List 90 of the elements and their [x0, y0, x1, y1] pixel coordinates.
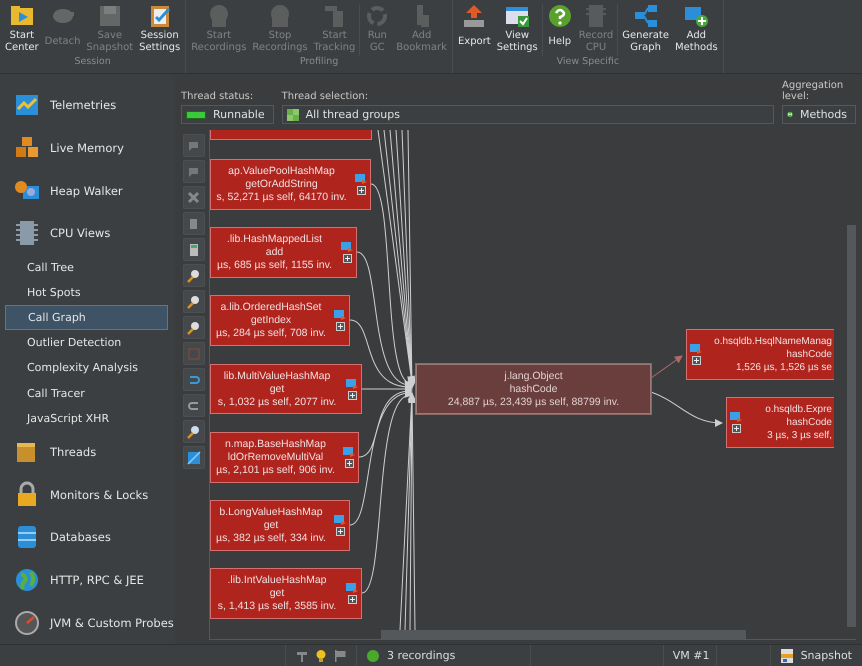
- method-icon: [355, 174, 367, 184]
- graph-node[interactable]: o.hsqldb.HsqlNameManag hashCode 1,526 µs, 1,526 µs se: [686, 329, 834, 380]
- method-icon: [343, 447, 355, 457]
- sidebar-item[interactable]: CPU Views: [0, 212, 175, 254]
- aggregation-dropdown[interactable]: Methods: [782, 105, 856, 124]
- tool-button[interactable]: [183, 420, 205, 443]
- method-icon: [334, 515, 346, 525]
- graph-node[interactable]: b.LongValueHashMap get µs, 382 µs self, 334 inv.: [210, 500, 350, 551]
- scrollbar[interactable]: [847, 225, 856, 627]
- toolbar-button[interactable]: Help: [544, 0, 576, 56]
- method-icon: [341, 242, 353, 252]
- sidebar-item[interactable]: Threads: [0, 430, 175, 474]
- expand-icon: [356, 186, 366, 195]
- tool-button[interactable]: [183, 368, 205, 391]
- search-icon: [187, 424, 201, 438]
- sidebar-item[interactable]: JavaScript XHR: [5, 406, 168, 431]
- graph-node[interactable]: .lib.IntValueHashMap get s, 1,413 µs self, 3585 inv.: [210, 568, 362, 619]
- hammer-icon: [296, 650, 308, 662]
- expand-icon: [692, 356, 700, 365]
- sidebar-item[interactable]: Monitors & Locks: [0, 474, 175, 516]
- method-icon: [346, 583, 358, 593]
- sidebar-item[interactable]: Live Memory: [0, 126, 175, 170]
- status-dot-icon: [366, 650, 379, 662]
- expand-icon: [732, 424, 740, 433]
- thread-selection-dropdown[interactable]: All thread groups: [282, 105, 774, 124]
- sidebar-item[interactable]: Call Tracer: [5, 380, 168, 406]
- field-label: Thread selection:: [282, 91, 370, 102]
- snapshot-icon: [780, 648, 793, 662]
- toolbar-button[interactable]: View Settings: [494, 0, 541, 56]
- expand-icon: [348, 390, 356, 400]
- sidebar-item[interactable]: Call Graph: [5, 304, 168, 330]
- toolbar-button[interactable]: Session Settings: [136, 0, 184, 56]
- toolbar-button[interactable]: Start Center: [2, 0, 42, 56]
- square-icon: [187, 346, 201, 360]
- method-icon: [346, 378, 358, 388]
- status-bar-icon: [186, 110, 206, 118]
- group-label: Profiling: [298, 56, 340, 69]
- expand-icon: [336, 322, 344, 331]
- delete-icon: [187, 190, 201, 204]
- tool-button[interactable]: [183, 394, 205, 417]
- graph-node[interactable]: .lib.HashMappedList add µs, 685 µs self, 1155 inv.: [210, 227, 357, 278]
- bulb-icon: [316, 650, 326, 662]
- expand-icon: [336, 527, 344, 536]
- sidebar-item[interactable]: JVM & Custom Probes: [0, 601, 175, 644]
- field-label: Aggregation level:: [782, 80, 844, 102]
- expand-icon: [342, 254, 352, 263]
- sidebar-item[interactable]: HTTP, RPC & JEE: [0, 558, 175, 602]
- graph-node[interactable]: j.lang.Object hashCode 24,887 µs, 23,439 µs self, 88799 inv.: [416, 364, 651, 414]
- method-icon: [730, 412, 742, 422]
- graph-node[interactable]: ap.ValuePoolHashMap getOrAddString s, 52,271 µs self, 64170 inv.: [210, 159, 371, 210]
- toolbar-button[interactable]: Generate Graph: [619, 0, 672, 56]
- tool-button[interactable]: [183, 238, 205, 261]
- sidebar-item[interactable]: Telemetries: [0, 84, 175, 127]
- calculator-icon: [187, 242, 201, 256]
- sidebar-item[interactable]: Hot Spots: [5, 280, 168, 305]
- group-label: View Specific: [556, 56, 620, 69]
- vm-label: VM #1: [672, 649, 710, 662]
- flag-icon: [334, 650, 346, 662]
- thread-status-dropdown[interactable]: Runnable: [181, 105, 274, 124]
- method-icon: [334, 310, 346, 320]
- gauge-icon: [13, 608, 41, 637]
- tool-button[interactable]: [183, 446, 205, 469]
- help-icon: [546, 3, 573, 29]
- field-label: Thread status:: [181, 91, 254, 102]
- expand-icon: [348, 595, 356, 604]
- threads-icon: [286, 108, 299, 120]
- graph-node[interactable]: n.map.BaseHashMap ldOrRemoveMultiVal µs, 2,101 µs self, 906 inv.: [210, 432, 359, 483]
- edge-arrow: [650, 355, 683, 378]
- graph-icon: [632, 3, 659, 29]
- tool-button[interactable]: [183, 290, 205, 313]
- group-label: Session: [73, 56, 112, 69]
- scrollbar[interactable]: [381, 630, 746, 639]
- tool-button[interactable]: [183, 264, 205, 287]
- expand-icon: [344, 459, 354, 468]
- sidebar-item[interactable]: Call Tree: [5, 254, 168, 280]
- sidebar-item[interactable]: Heap Walker: [0, 169, 175, 212]
- sidebar-item[interactable]: Databases: [0, 516, 175, 559]
- graph-node[interactable]: a.lib.OrderedHashSet getIndex µs, 284 µs self, 708 inv.: [210, 295, 350, 346]
- graph-node[interactable]: lib.MultiValueHashMap get s, 1,032 µs self, 2077 inv.: [210, 364, 362, 414]
- toolbar-button[interactable]: Export: [454, 0, 494, 56]
- chip-icon: [583, 3, 609, 29]
- sidebar-item[interactable]: Complexity Analysis: [5, 355, 168, 380]
- graph-node[interactable]: o.hsqldb.Expre hashCode 3 µs, 3 µs self,: [726, 397, 834, 448]
- chip-icon: [13, 219, 41, 248]
- method-icon: [690, 344, 702, 354]
- mode-label: Snapshot: [800, 649, 852, 662]
- sidebar-item[interactable]: Outlier Detection: [5, 330, 168, 356]
- toolbar-button[interactable]: Add Methods: [672, 0, 721, 56]
- tool-button[interactable]: [183, 316, 205, 339]
- recordings-count: 3 recordings: [386, 649, 456, 662]
